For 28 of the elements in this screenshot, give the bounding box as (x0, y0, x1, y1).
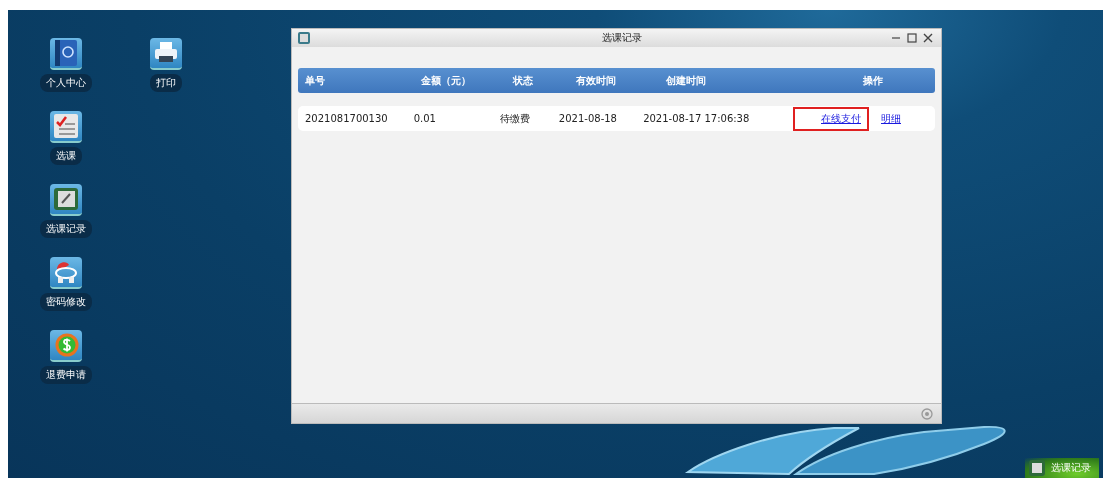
address-book-icon (53, 39, 79, 67)
column-header: 创建时间 (666, 73, 707, 88)
checklist-icon (53, 113, 79, 139)
maximize-icon (907, 33, 917, 43)
column-header: 单号 (304, 73, 326, 88)
column-header: 操作 (863, 73, 884, 88)
close-button[interactable] (921, 32, 935, 44)
window-title: 选课记录 (600, 31, 643, 45)
column-header: 有效时间 (576, 73, 617, 88)
desktop-shortcut[interactable]: 打印 (116, 38, 216, 111)
desktop-shortcut[interactable]: 选课 (16, 111, 116, 184)
printer-icon (153, 41, 179, 65)
close-icon (923, 33, 933, 43)
desktop-shortcut[interactable]: 选课记录 (16, 184, 116, 257)
table-cell-text: 2021-08-17 17:06:38 (643, 113, 751, 124)
desktop-shortcut[interactable]: 密码修改 (16, 257, 116, 330)
desktop-shortcut[interactable]: 退费申请 (16, 330, 116, 403)
table-cell-text: 待缴费 (499, 111, 531, 126)
action-link[interactable]: 在线支付 (793, 106, 869, 131)
action-link[interactable]: 明细 (873, 106, 909, 131)
column-header: 金额（元） (421, 73, 472, 88)
table-cell-text: 0.01 (413, 113, 437, 124)
desktop-shortcut[interactable]: 个人中心 (16, 38, 116, 111)
maximize-button[interactable] (905, 32, 919, 44)
column-header: 状态 (513, 73, 534, 88)
table-cell-text: 2021081700130 (304, 113, 389, 124)
table-cell-text: 2021-08-18 (558, 113, 618, 124)
dollar-refund-icon (53, 332, 79, 358)
